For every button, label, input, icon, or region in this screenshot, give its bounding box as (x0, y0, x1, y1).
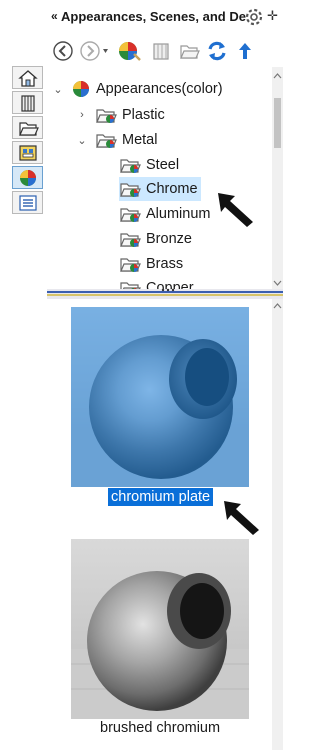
custom-properties-tab[interactable] (12, 191, 43, 214)
tree-item-chrome[interactable]: Chrome (119, 177, 201, 201)
tree-item-plastic[interactable]: › Plastic (75, 103, 165, 127)
appearances-icon (19, 169, 36, 186)
open-folder-icon (18, 121, 39, 136)
toolbar (47, 36, 283, 66)
chevron-down-icon[interactable]: ⌄ (75, 134, 89, 147)
splitter-grip-icon[interactable] (161, 288, 175, 292)
tree-scrollbar-thumb[interactable] (274, 98, 281, 148)
tree-item-label: Metal (122, 132, 158, 148)
refresh-icon (208, 41, 226, 61)
chevron-down-icon[interactable]: ⌄ (51, 83, 65, 96)
tree-item-steel[interactable]: Steel (119, 153, 179, 177)
folder-icon (120, 208, 141, 222)
splitter-line (47, 294, 283, 296)
gallery-scrollbar[interactable] (272, 299, 283, 750)
decals-icon (153, 43, 169, 60)
back-icon (53, 41, 73, 61)
file-explorer-tab[interactable] (12, 116, 43, 139)
folder-icon (120, 258, 141, 272)
tree-item-label: Chrome (146, 181, 198, 197)
folder-icon (120, 233, 141, 247)
forward-icon (80, 41, 108, 61)
3d-content-icon (20, 94, 35, 112)
tree-item-metal[interactable]: ⌄ Metal (75, 128, 157, 152)
tree-root-label: Appearances(color) (96, 81, 223, 97)
forward-button[interactable] (79, 39, 113, 63)
folder-icon (120, 183, 141, 197)
design-library-tab[interactable] (12, 91, 43, 114)
tree-root[interactable]: ⌄ Appearances(color) (51, 77, 223, 101)
home-icon (17, 69, 38, 87)
folder-icon (120, 159, 141, 173)
panel-title: Appearances, Scenes, and De (61, 9, 246, 24)
tree-item-label: Brass (146, 256, 184, 272)
appearances-folder-icon (73, 81, 89, 97)
appearance-ball-icon (119, 42, 141, 61)
folder-icon (96, 109, 117, 123)
scenes-button[interactable] (177, 39, 201, 63)
panel-splitter[interactable] (47, 288, 283, 299)
thumbnail-label-selected[interactable]: chromium plate (108, 488, 214, 506)
refresh-button[interactable] (205, 39, 229, 63)
tree-item-copper[interactable]: Copper (119, 276, 194, 289)
tree-item-aluminum[interactable]: Aluminum (119, 202, 210, 226)
home-tab[interactable] (12, 66, 43, 89)
tree-item-label: Bronze (146, 231, 192, 247)
folder-icon (120, 282, 141, 289)
tree-item-label: Steel (146, 157, 180, 173)
collapse-arrow-icon[interactable]: « (51, 9, 58, 23)
gear-icon[interactable] (243, 6, 265, 28)
scroll-up-icon[interactable] (273, 302, 282, 310)
back-button[interactable] (51, 39, 75, 63)
tree-item-brass[interactable]: Brass (119, 252, 183, 276)
appearance-gallery: chromium plate brushed chromium (47, 299, 272, 750)
brushed-chromium-thumbnail[interactable] (71, 539, 249, 719)
tree-item-bronze[interactable]: Bronze (119, 227, 192, 251)
up-icon (239, 43, 251, 59)
scroll-down-icon[interactable] (273, 279, 282, 287)
appearances-tab[interactable] (12, 166, 43, 189)
scene-icon (180, 45, 200, 59)
appearances-tree: ⌄ Appearances(color) › Plastic ⌄ Metal S… (47, 67, 272, 289)
folder-icon (96, 134, 117, 148)
scroll-up-icon[interactable] (273, 72, 282, 80)
pointer-arrow-icon (224, 501, 259, 535)
view-palette-tab[interactable] (12, 141, 43, 164)
properties-icon (18, 194, 37, 211)
add-appearance-button[interactable] (117, 39, 141, 63)
tree-item-label: Aluminum (146, 206, 211, 222)
decals-button[interactable] (149, 39, 173, 63)
task-pane-tabs (12, 66, 43, 216)
panel-header: « Appearances, Scenes, and De ✛ (47, 0, 283, 35)
tree-item-label: Plastic (122, 107, 165, 123)
up-button[interactable] (233, 39, 257, 63)
toolbox-icon (18, 144, 37, 161)
thumbnail-label[interactable]: brushed chromium (97, 719, 223, 737)
chromium-plate-thumbnail[interactable] (71, 307, 249, 487)
pointer-arrow-icon (218, 193, 253, 227)
chevron-right-icon[interactable]: › (75, 109, 89, 121)
pin-icon[interactable]: ✛ (267, 8, 278, 24)
